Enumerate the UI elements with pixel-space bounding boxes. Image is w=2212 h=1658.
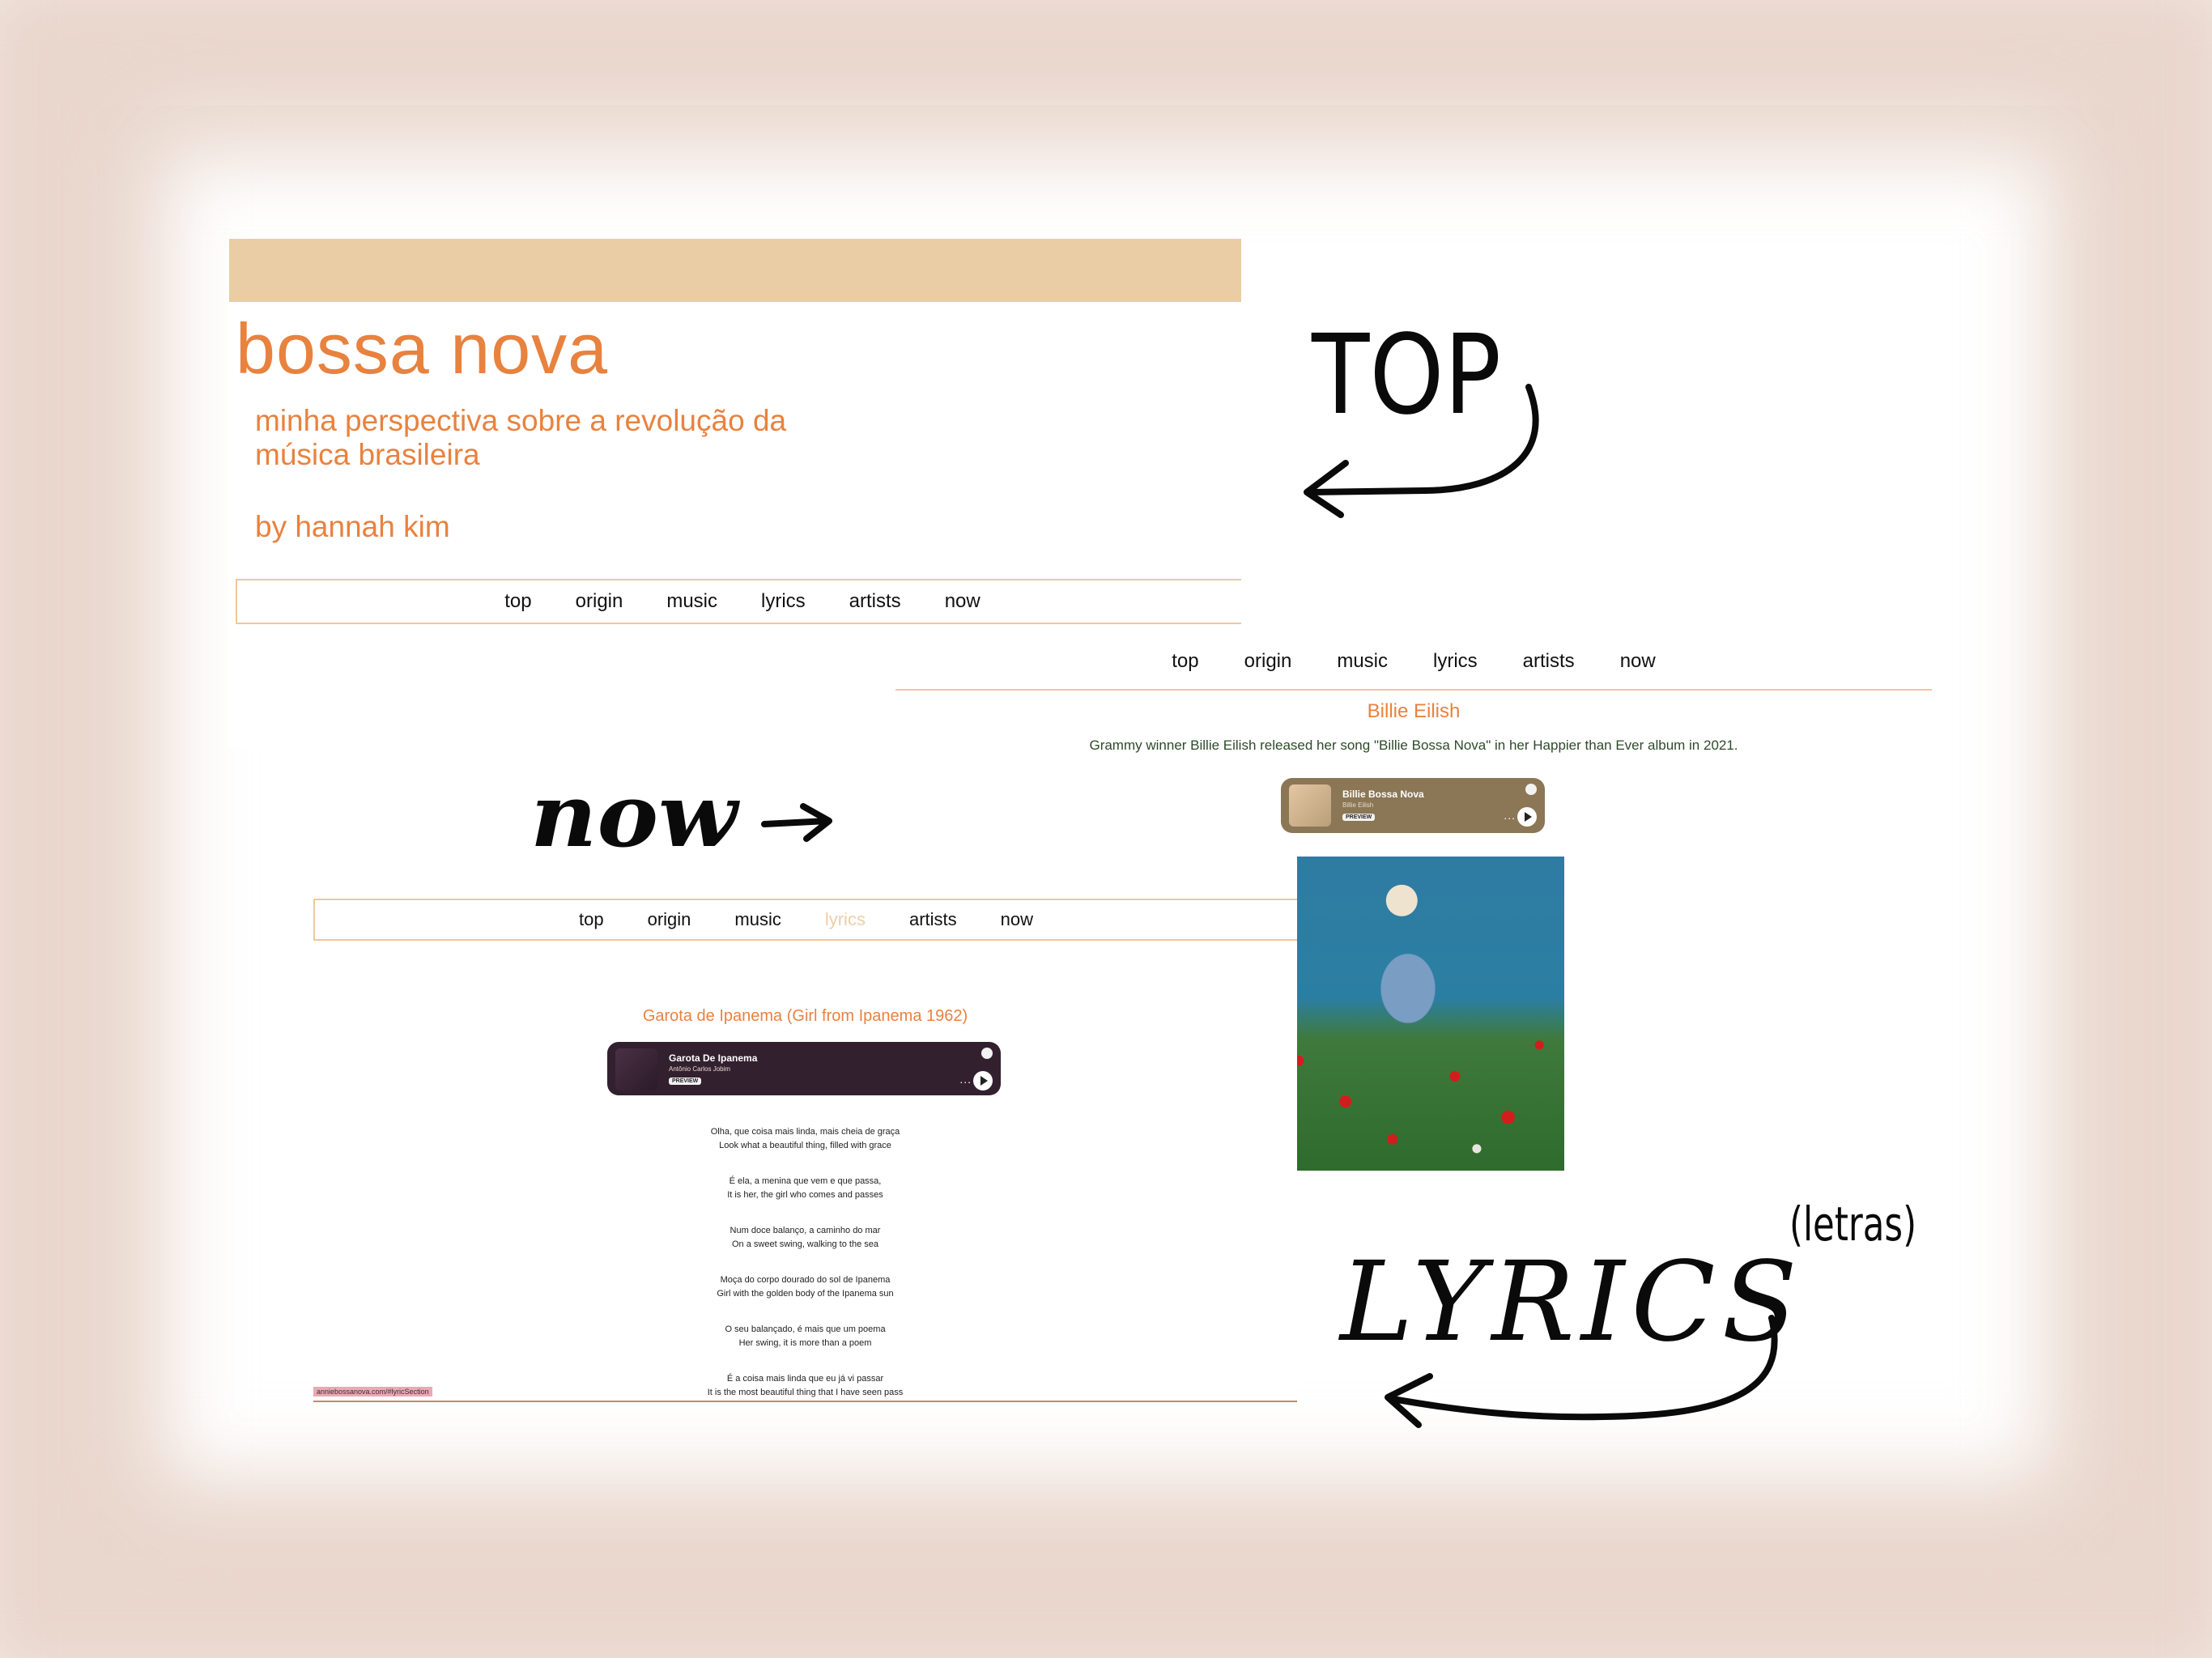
annotation-arrows xyxy=(761,384,1778,1428)
lyrics-curved-arrow-icon xyxy=(1385,1315,1778,1428)
top-curved-arrow-icon xyxy=(1304,384,1539,518)
now-arrow-icon xyxy=(761,803,832,842)
